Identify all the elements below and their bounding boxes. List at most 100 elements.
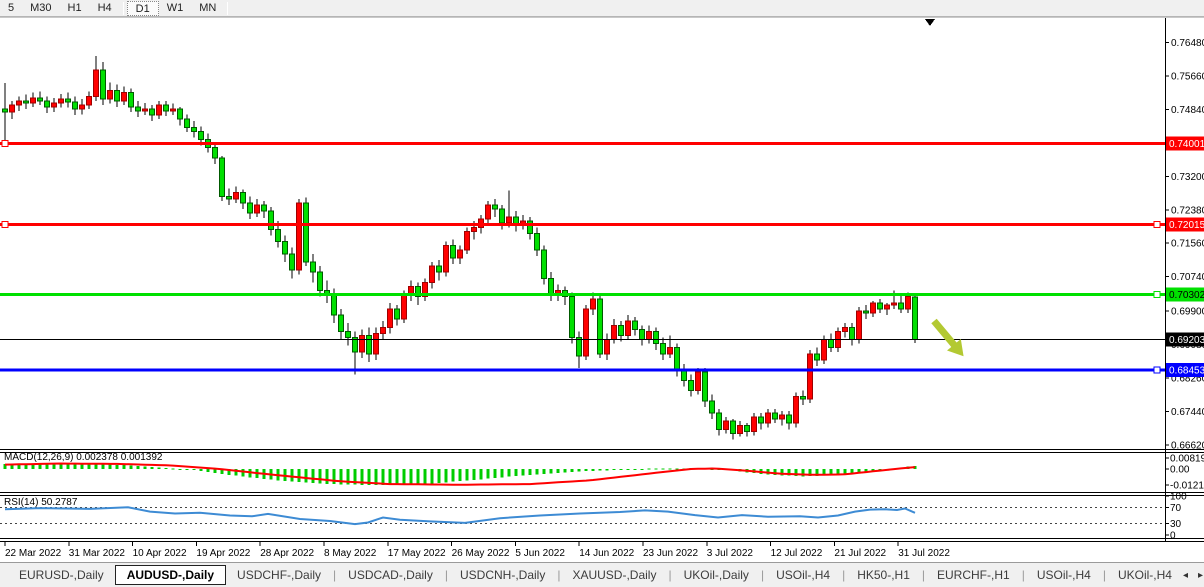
- macd-histogram-bar: [571, 469, 574, 472]
- macd-histogram-bar: [130, 466, 133, 469]
- tab-scroll-right-icon[interactable]: ▸: [1198, 570, 1203, 581]
- chart-tab-usoil-h4[interactable]: USOil-,H4: [765, 565, 841, 585]
- hline-anchor[interactable]: [1154, 367, 1160, 373]
- price-tick-label: 0.70740: [1171, 272, 1204, 283]
- candle-body: [311, 262, 316, 272]
- time-tick-label: 23 Jun 2022: [643, 548, 698, 559]
- macd-histogram-bar: [550, 469, 553, 473]
- candle-body: [661, 344, 666, 354]
- candle-body: [234, 193, 239, 199]
- candle-body: [73, 102, 78, 109]
- candle-body: [108, 91, 113, 99]
- hline-anchor[interactable]: [2, 222, 8, 228]
- macd-histogram-bar: [410, 469, 413, 484]
- macd-histogram-bar: [613, 469, 616, 470]
- macd-histogram-bar: [165, 468, 168, 469]
- chart-tab-eurusd-daily[interactable]: EURUSD-,Daily: [8, 565, 115, 585]
- time-tick-label: 8 May 2022: [324, 548, 377, 559]
- candle-body: [241, 193, 246, 203]
- chart-tab-eurchf-h1[interactable]: EURCHF-,H1: [926, 565, 1021, 585]
- candle-body: [640, 329, 645, 339]
- price-tick-label: 0.71560: [1171, 239, 1204, 250]
- time-tick-label: 17 May 2022: [388, 548, 446, 559]
- candle-body: [297, 203, 302, 270]
- price-badge-label: 0.68453: [1169, 366, 1204, 377]
- macd-histogram-bar: [403, 469, 406, 485]
- candle-body: [598, 299, 603, 354]
- chart-tab-ukoil-daily[interactable]: UKOil-,Daily: [673, 565, 760, 585]
- chart-tab-usdcnh-daily[interactable]: USDCNH-,Daily: [449, 565, 556, 585]
- macd-histogram-bar: [396, 469, 399, 485]
- candle-body: [402, 295, 407, 319]
- macd-histogram-bar: [543, 469, 546, 474]
- price-badge-label: 0.72015: [1169, 220, 1204, 231]
- macd-histogram-bar: [445, 469, 448, 482]
- candle-body: [794, 397, 799, 424]
- chart-tab-audusd-daily[interactable]: AUDUSD-,Daily: [115, 565, 226, 585]
- candle-body: [94, 70, 99, 97]
- hline-anchor[interactable]: [1154, 222, 1160, 228]
- candle-body: [591, 299, 596, 309]
- macd-axis-label: -0.01212: [1170, 481, 1204, 492]
- price-badge-label: 0.74001: [1169, 139, 1204, 150]
- price-tick-label: 0.75660: [1171, 71, 1204, 82]
- candle-body: [59, 99, 64, 103]
- chart-tab-usdcad-daily[interactable]: USDCAD-,Daily: [337, 565, 444, 585]
- candle-body: [717, 413, 722, 429]
- hline-anchor[interactable]: [2, 141, 8, 147]
- timeframe-button-w1[interactable]: W1: [159, 1, 192, 16]
- price-tick-label: 0.67440: [1171, 407, 1204, 418]
- hline-anchor[interactable]: [1154, 292, 1160, 298]
- macd-histogram-bar: [641, 469, 644, 470]
- macd-histogram-bar: [298, 469, 301, 482]
- macd-histogram-bar: [312, 469, 315, 483]
- timeframe-toolbar: 5M30H1H4 D1W1MN: [0, 0, 1204, 17]
- candle-body: [829, 340, 834, 348]
- chart-tab-xauusd-daily[interactable]: XAUUSD-,Daily: [561, 565, 667, 585]
- candle-body: [822, 340, 827, 360]
- macd-histogram-bar: [319, 469, 322, 484]
- macd-histogram-bar: [438, 469, 441, 483]
- macd-histogram-bar: [564, 469, 567, 472]
- candle-body: [633, 321, 638, 329]
- timeframe-button-5[interactable]: 5: [0, 1, 22, 16]
- candle-body: [290, 254, 295, 270]
- candle-body: [500, 209, 505, 223]
- chart-tab-usoil-h4[interactable]: USOil-,H4: [1026, 565, 1102, 585]
- candle-body: [248, 203, 253, 213]
- candle-body: [17, 101, 22, 105]
- rsi-axis-label: 30: [1170, 519, 1182, 530]
- timeframe-button-h1[interactable]: H1: [60, 1, 90, 16]
- macd-histogram-bar: [473, 469, 476, 480]
- timeframe-button-m30[interactable]: M30: [22, 1, 59, 16]
- candle-body: [773, 413, 778, 419]
- candle-body: [647, 331, 652, 339]
- candle-body: [24, 101, 29, 103]
- macd-histogram-bar: [389, 469, 392, 485]
- chart-tab-usdchf-daily[interactable]: USDCHF-,Daily: [226, 565, 332, 585]
- candle-body: [724, 421, 729, 429]
- timeframe-button-mn[interactable]: MN: [191, 1, 224, 16]
- candle-body: [262, 205, 267, 211]
- candle-body: [689, 380, 694, 390]
- candle-body: [367, 335, 372, 353]
- price-tick-label: 0.69900: [1171, 307, 1204, 318]
- macd-histogram-bar: [424, 469, 427, 484]
- candle-body: [493, 205, 498, 209]
- macd-histogram-bar: [151, 467, 154, 469]
- candle-body: [10, 105, 15, 112]
- candle-body: [738, 425, 743, 433]
- macd-histogram-bar: [508, 469, 511, 477]
- candle-body: [52, 103, 57, 107]
- candle-body: [318, 272, 323, 290]
- time-tick-label: 26 May 2022: [452, 548, 510, 559]
- timeframe-button-h4[interactable]: H4: [90, 1, 120, 16]
- macd-histogram-bar: [95, 464, 98, 469]
- tab-scroll-left-icon[interactable]: ◂: [1183, 570, 1188, 581]
- chart-tab-ukoil-h4[interactable]: UKOil-,H4: [1107, 565, 1183, 585]
- candle-body: [542, 250, 547, 279]
- macd-histogram-bar: [333, 469, 336, 484]
- chart-tab-hk50-h1[interactable]: HK50-,H1: [846, 565, 921, 585]
- timeframe-button-d1[interactable]: D1: [127, 1, 159, 16]
- candle-body: [626, 321, 631, 335]
